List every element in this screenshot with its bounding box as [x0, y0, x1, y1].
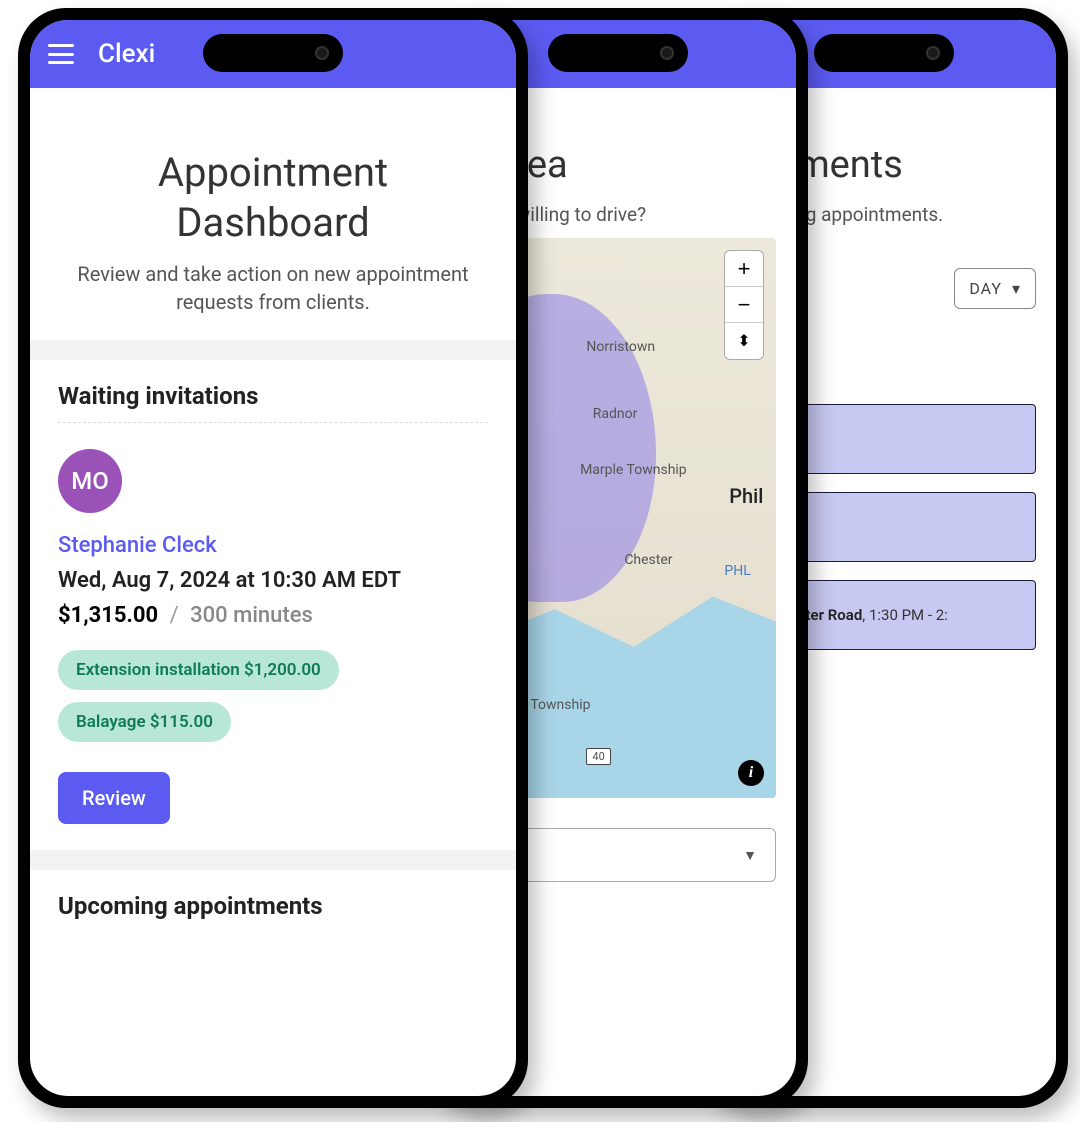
map-label: Chester [624, 552, 672, 568]
screen: Clexi Appointment Dashboard Review and t… [30, 20, 516, 1096]
camera-icon [315, 46, 329, 60]
separator: / [170, 603, 179, 628]
notch [814, 34, 954, 72]
chevron-down-icon: ▾ [1012, 279, 1021, 298]
service-chips: Extension installation $1,200.00 Balayag… [58, 650, 488, 742]
price-line: $1,315.00 / 300 minutes [58, 603, 488, 628]
service-chip: Balayage $115.00 [58, 702, 231, 742]
view-selector-label: DAY [969, 279, 1002, 298]
slot-time: , 1:30 PM - 2: [862, 606, 948, 624]
map-label: Norristown [586, 339, 655, 355]
appointment-datetime: Wed, Aug 7, 2024 at 10:30 AM EDT [58, 568, 488, 593]
section-divider [30, 340, 516, 360]
map-zoom-controls: + − ⬍ [724, 250, 764, 360]
client-name[interactable]: Stephanie Cleck [58, 533, 488, 558]
view-selector[interactable]: DAY ▾ [954, 268, 1036, 309]
upcoming-appointments-header: Upcoming appointments [58, 870, 488, 932]
review-button[interactable]: Review [58, 772, 170, 824]
duration: 300 minutes [190, 603, 313, 628]
app-title: Clexi [98, 39, 155, 69]
avatar: MO [58, 449, 122, 513]
divider [58, 422, 488, 423]
map-label: Phil [729, 484, 763, 508]
page-title: Appointment Dashboard [58, 148, 488, 248]
map-label: Radnor [593, 406, 638, 422]
map-label: Marple Township [580, 462, 687, 478]
camera-icon [660, 46, 674, 60]
map-label: PHL [724, 563, 750, 579]
menu-icon[interactable] [48, 44, 74, 64]
price: $1,315.00 [58, 603, 158, 628]
zoom-out-button[interactable]: − [725, 287, 763, 323]
service-chip: Extension installation $1,200.00 [58, 650, 339, 690]
highway-shield: 40 [586, 748, 610, 765]
phone-frame-dashboard: Clexi Appointment Dashboard Review and t… [18, 8, 528, 1108]
chevron-down-icon: ▼ [743, 847, 757, 864]
section-divider [30, 850, 516, 870]
notch [203, 34, 343, 72]
map-info-icon[interactable]: i [738, 760, 764, 786]
compass-button[interactable]: ⬍ [725, 323, 763, 359]
waiting-invitations-header: Waiting invitations [58, 360, 488, 422]
notch [548, 34, 688, 72]
zoom-in-button[interactable]: + [725, 251, 763, 287]
invitation-card: MO Stephanie Cleck Wed, Aug 7, 2024 at 1… [58, 449, 488, 824]
page-subtitle: Review and take action on new appointmen… [58, 260, 488, 316]
camera-icon [926, 46, 940, 60]
